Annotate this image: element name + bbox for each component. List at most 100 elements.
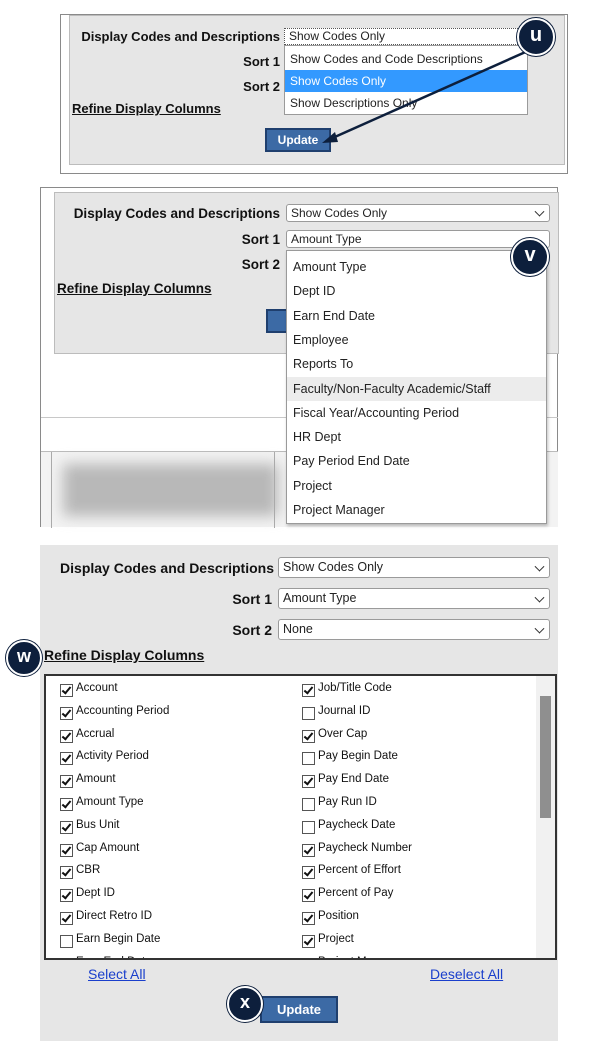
checkbox-checked[interactable] bbox=[302, 684, 315, 697]
sort1-option[interactable]: Employee bbox=[287, 328, 546, 352]
columns-checklist[interactable]: Account Accounting Period Accrual Activity … bbox=[44, 674, 557, 960]
checkbox-label: Percent of Pay bbox=[318, 887, 394, 900]
scrollbar-thumb[interactable] bbox=[540, 696, 551, 818]
sort1-dropdown-list: Amount Type Dept ID Earn End Date Employee R… bbox=[286, 250, 547, 524]
checkbox-label: Account bbox=[76, 682, 118, 694]
checkbox-label: Amount Type bbox=[76, 796, 144, 808]
checkbox-checked[interactable] bbox=[60, 843, 73, 857]
checkbox-label: Activity Period bbox=[76, 750, 149, 763]
display-codes-select-v[interactable]: Show Codes Only bbox=[286, 204, 550, 222]
sort2-select-w[interactable]: None bbox=[278, 619, 550, 640]
blurred-content bbox=[63, 464, 278, 516]
display-codes-value-v: Show Codes Only bbox=[291, 206, 388, 220]
display-codes-value-w: Show Codes Only bbox=[283, 560, 384, 574]
refine-display-columns-link-w[interactable]: Refine Display Columns bbox=[44, 647, 204, 663]
checkbox-label: Paycheck Date bbox=[318, 818, 396, 831]
sort1-option[interactable]: Pay Period End Date bbox=[287, 449, 546, 473]
sort1-select-v[interactable]: Amount Type bbox=[286, 230, 550, 248]
checkbox-label: Job/Title Code bbox=[318, 682, 392, 694]
sort1-select-w[interactable]: Amount Type bbox=[278, 588, 550, 609]
checkbox-checked[interactable] bbox=[60, 912, 73, 925]
checkbox-checked[interactable] bbox=[60, 820, 73, 834]
checkbox-label: Project bbox=[318, 932, 354, 945]
checkbox-checked[interactable] bbox=[60, 684, 73, 697]
checkbox-unchecked[interactable] bbox=[302, 957, 315, 958]
display-codes-label-w: Display Codes and Descriptions bbox=[60, 560, 274, 576]
checkbox-label: Pay Run ID bbox=[318, 796, 377, 808]
checkbox-label: Bus Unit bbox=[76, 818, 120, 831]
callout-u: u bbox=[517, 18, 555, 56]
checkbox-checked[interactable] bbox=[302, 866, 315, 880]
checkbox-checked[interactable] bbox=[60, 798, 73, 811]
checkbox-checked[interactable] bbox=[60, 889, 73, 903]
display-codes-label-v: Display Codes and Descriptions bbox=[73, 206, 280, 221]
checkbox-label: Dept ID bbox=[76, 887, 115, 900]
chevron-down-icon bbox=[534, 592, 545, 603]
checkbox-label: Position bbox=[318, 910, 359, 922]
checkbox-checked[interactable] bbox=[60, 729, 73, 743]
callout-v: v bbox=[511, 238, 549, 276]
checkbox-unchecked[interactable] bbox=[302, 798, 315, 811]
callout-arrow-u bbox=[322, 48, 531, 143]
sort1-value-w: Amount Type bbox=[283, 591, 357, 605]
checkbox-label: CBR bbox=[76, 864, 101, 877]
sort1-option[interactable]: Faculty/Non-Faculty Academic/Staff bbox=[287, 376, 546, 401]
sort1-option[interactable]: Amount Type bbox=[287, 255, 546, 279]
checkbox-label: Earn Begin Date bbox=[76, 932, 161, 945]
checkbox-unchecked[interactable] bbox=[302, 820, 315, 834]
callout-x: x bbox=[227, 986, 263, 1022]
sort1-option[interactable]: Fiscal Year/Accounting Period bbox=[287, 401, 546, 425]
checkbox-checked[interactable] bbox=[60, 752, 73, 766]
sort1-label-w: Sort 1 bbox=[232, 591, 272, 607]
grid-divider bbox=[274, 452, 275, 528]
display-codes-select-w[interactable]: Show Codes Only bbox=[278, 557, 550, 578]
checkbox-checked[interactable] bbox=[302, 889, 315, 903]
checkbox-checked[interactable] bbox=[302, 729, 315, 743]
checkbox-checked[interactable] bbox=[302, 934, 315, 948]
sort1-option[interactable]: Earn End Date bbox=[287, 304, 546, 328]
chevron-down-icon bbox=[534, 206, 545, 217]
checkbox-label: Project Manager bbox=[318, 956, 402, 958]
checkbox-label: Over Cap bbox=[318, 727, 368, 740]
scrollbar-track[interactable] bbox=[536, 676, 555, 958]
sort1-label-v: Sort 1 bbox=[241, 232, 280, 247]
checkbox-label: Pay End Date bbox=[318, 773, 389, 786]
checkbox-label: Pay Begin Date bbox=[318, 750, 398, 763]
sort1-value-v: Amount Type bbox=[291, 232, 362, 246]
sort2-label-w: Sort 2 bbox=[232, 622, 272, 638]
checkbox-label: Amount bbox=[76, 773, 116, 786]
sort1-option[interactable]: Reports To bbox=[287, 352, 546, 376]
checkbox-label: Accrual bbox=[76, 727, 115, 740]
checkbox-label: Paycheck Number bbox=[318, 841, 412, 854]
refine-display-columns-link-v[interactable]: Refine Display Columns bbox=[57, 281, 212, 296]
checkbox-label: Cap Amount bbox=[76, 841, 140, 854]
chevron-down-icon bbox=[534, 561, 545, 572]
checkbox-unchecked[interactable] bbox=[302, 706, 315, 720]
checkbox-unchecked[interactable] bbox=[60, 934, 73, 948]
checkbox-checked[interactable] bbox=[60, 957, 73, 958]
checkbox-unchecked[interactable] bbox=[302, 752, 315, 766]
checkbox-checked[interactable] bbox=[302, 775, 315, 789]
checkbox-checked[interactable] bbox=[60, 866, 73, 880]
sort1-option[interactable]: HR Dept bbox=[287, 425, 546, 449]
checkbox-checked[interactable] bbox=[302, 912, 315, 925]
sort1-option[interactable]: Project bbox=[287, 474, 546, 498]
checkbox-label: Percent of Effort bbox=[318, 864, 401, 877]
sort2-label-v: Sort 2 bbox=[241, 257, 280, 272]
checkbox-checked[interactable] bbox=[60, 706, 73, 720]
callout-w: w bbox=[6, 640, 42, 676]
sort2-value-w: None bbox=[283, 622, 313, 636]
update-button-w[interactable]: Update bbox=[260, 996, 338, 1023]
checkbox-label: Earn End Date bbox=[76, 956, 151, 958]
checkbox-label: Direct Retro ID bbox=[76, 910, 153, 922]
checkbox-label: Accounting Period bbox=[76, 704, 170, 717]
checkbox-label: Journal ID bbox=[318, 704, 371, 717]
select-all-link[interactable]: Select All bbox=[88, 966, 146, 982]
deselect-all-link[interactable]: Deselect All bbox=[430, 966, 503, 982]
checkbox-checked[interactable] bbox=[302, 843, 315, 857]
sort1-option[interactable]: Dept ID bbox=[287, 279, 546, 303]
checkbox-checked[interactable] bbox=[60, 775, 73, 789]
chevron-down-icon bbox=[534, 623, 545, 634]
sort1-option[interactable]: Project Manager bbox=[287, 498, 546, 522]
grid-left-divider bbox=[51, 452, 52, 528]
